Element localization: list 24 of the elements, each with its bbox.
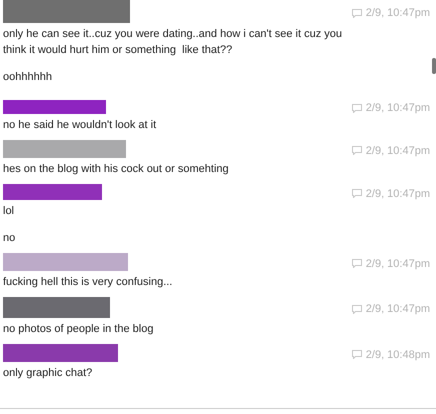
timestamp: 2/9, 10:47pm [366,102,430,114]
comment-icon [352,104,362,112]
comment-icon [352,146,362,155]
message-text: only he can see it..cuz you were dating..and how i can't see it cuz you think it would hurt him or something like that?? [3,27,344,58]
message-text: no photos of people in the blog [3,322,154,337]
message-text: hes on the blog with his cock out or somehting [3,162,230,177]
message-text: no [3,231,16,246]
message-text: no he said he wouldn't look at it [3,118,158,133]
scrollbar-thumb[interactable] [432,58,436,74]
comment-icon [352,350,362,359]
timestamp: 2/9, 10:48pm [366,348,430,360]
timestamp: 2/9, 10:47pm [366,7,430,19]
message-text: lol [3,204,16,219]
message-text: oohhhhhh [3,70,53,85]
comment-icon [352,304,362,314]
timestamp: 2/9, 10:47pm [366,188,430,200]
message-text: fucking hell this is very confusing... [3,275,174,290]
message-text: only graphic chat? [3,366,94,381]
comment-icon [352,8,362,18]
timestamp: 2/9, 10:47pm [366,303,430,315]
comment-icon [352,189,362,198]
comment-icon [352,259,362,268]
timestamp: 2/9, 10:47pm [366,144,430,156]
timestamp: 2/9, 10:47pm [366,258,430,270]
